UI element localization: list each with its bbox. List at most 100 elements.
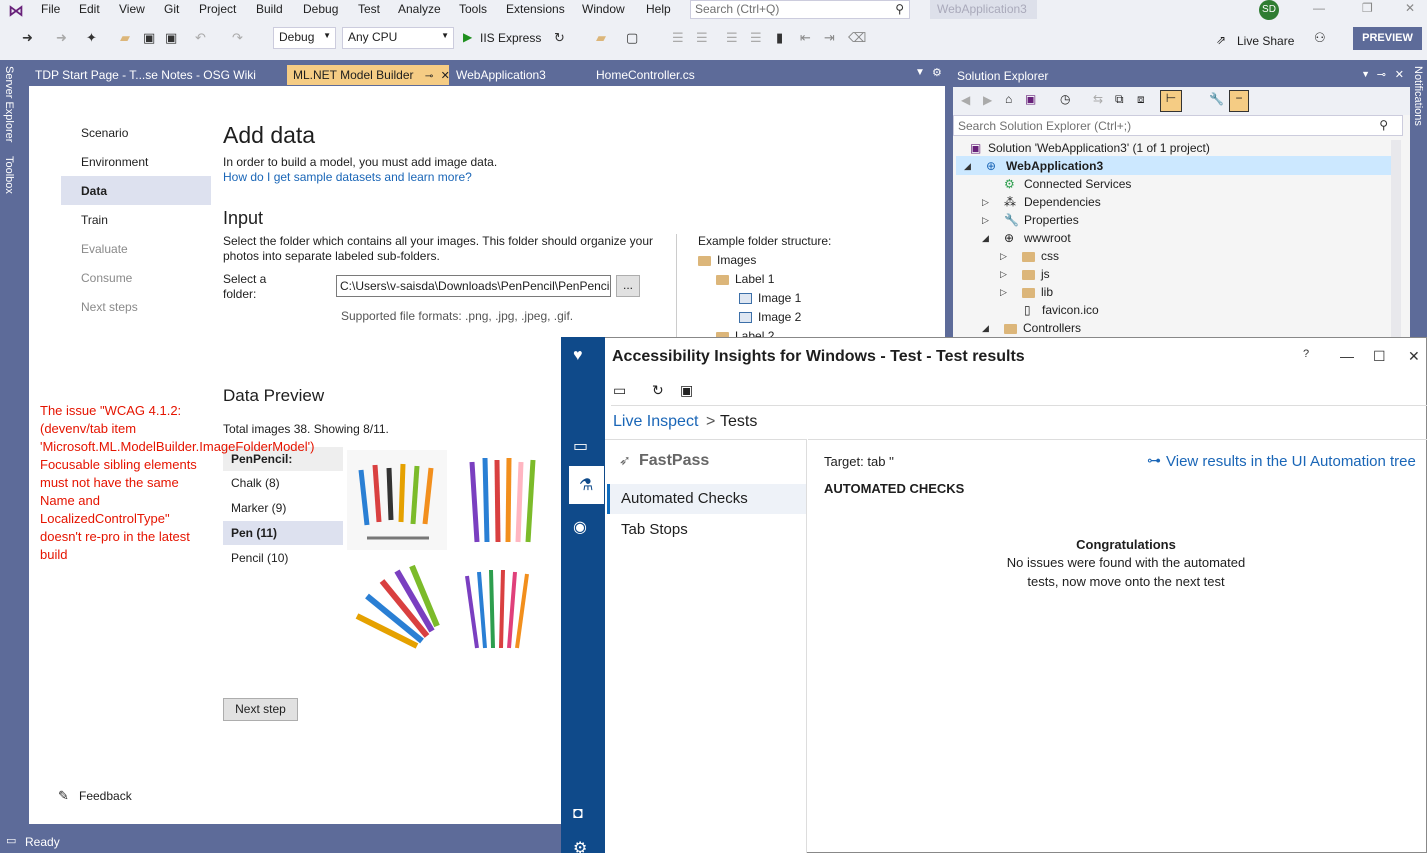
close-tab-icon[interactable]: ✕ <box>441 70 449 82</box>
nav-consume[interactable]: Consume <box>81 271 132 285</box>
home-icon[interactable]: ⌂ <box>1005 92 1012 106</box>
expanded-icon[interactable]: ◢ <box>982 323 989 334</box>
tree-item-connected-services[interactable]: Connected Services <box>1024 177 1131 191</box>
prev-bookmark-icon[interactable]: ⇤ <box>800 30 811 46</box>
new-item-icon[interactable]: ✦ <box>86 30 97 46</box>
category-chalk[interactable]: Chalk (8) <box>223 471 343 495</box>
color-contrast-icon[interactable]: ◉ <box>573 517 587 537</box>
pending-changes-icon[interactable]: ◷ <box>1060 92 1070 106</box>
folder-path-input[interactable]: C:\Users\v-saisda\Downloads\PenPencil\Pe… <box>336 275 611 297</box>
close-icon[interactable]: ✕ <box>1408 348 1420 365</box>
pin-icon[interactable]: ⊸ <box>425 71 433 82</box>
settings-icon[interactable]: − <box>1229 90 1249 112</box>
collapsed-icon[interactable]: ▷ <box>1000 251 1007 262</box>
css-folder[interactable]: css <box>1022 249 1059 263</box>
expanded-icon[interactable]: ◢ <box>982 233 989 244</box>
tree-item-dependencies[interactable]: Dependencies <box>1024 195 1101 209</box>
nav-environment[interactable]: Environment <box>81 155 148 169</box>
nav-scenario[interactable]: Scenario <box>81 126 128 140</box>
comment-icon[interactable]: ☰ <box>726 30 738 46</box>
menu-tools[interactable]: Tools <box>459 2 487 16</box>
properties-icon[interactable]: 🔧 <box>1209 92 1224 106</box>
help-icon[interactable]: ? <box>1303 348 1309 360</box>
sample-datasets-link[interactable]: How do I get sample datasets and learn m… <box>223 170 472 184</box>
show-all-files-icon[interactable]: ⧈ <box>1137 92 1145 107</box>
collapsed-icon[interactable]: ▷ <box>1000 287 1007 298</box>
lib-folder[interactable]: lib <box>1022 285 1053 299</box>
toolbox-tab[interactable]: Toolbox <box>3 156 15 194</box>
forward-icon[interactable]: ▶ <box>983 93 992 107</box>
next-bookmark-icon[interactable]: ⇥ <box>824 30 835 46</box>
preview-selected-icon[interactable]: ⊢ <box>1160 90 1182 112</box>
screenshot-icon[interactable]: ▭ <box>613 382 626 399</box>
collapsed-icon[interactable]: ▷ <box>1000 269 1007 280</box>
solution-search-input[interactable]: Search Solution Explorer (Ctrl+;) ⚲ <box>953 115 1403 136</box>
back-icon[interactable]: ➜ <box>22 30 33 46</box>
uncomment-icon[interactable]: ☰ <box>750 30 762 46</box>
notifications-tab[interactable]: Notifications <box>1412 66 1424 126</box>
maximize-icon[interactable]: ❐ <box>1362 1 1373 15</box>
nav-train[interactable]: Train <box>81 213 108 227</box>
category-marker[interactable]: Marker (9) <box>223 496 343 520</box>
nav-next-steps[interactable]: Next steps <box>81 300 138 314</box>
pin-icon[interactable]: ⊸ <box>1377 68 1386 81</box>
switch-views-icon[interactable]: ▣ <box>1025 92 1036 106</box>
menu-help[interactable]: Help <box>646 2 671 16</box>
menu-view[interactable]: View <box>119 2 145 16</box>
view-results-link[interactable]: View results in the UI Automation tree <box>1166 453 1416 470</box>
collapse-all-icon[interactable]: ⧉ <box>1115 92 1124 107</box>
minimize-icon[interactable]: — <box>1340 348 1354 364</box>
collapsed-icon[interactable]: ▷ <box>982 197 989 208</box>
tab-webapplication3[interactable]: WebApplication3 <box>450 65 590 85</box>
menu-debug[interactable]: Debug <box>303 2 338 16</box>
nav-data[interactable]: Data <box>81 184 107 198</box>
dropdown-icon[interactable]: ▼ <box>1361 69 1370 79</box>
clear-bookmarks-icon[interactable]: ⌫ <box>848 30 866 46</box>
save-icon[interactable]: ▣ <box>143 30 155 46</box>
menu-extensions[interactable]: Extensions <box>506 2 565 16</box>
tab-tdp-start-page[interactable]: TDP Start Page - T...se Notes - OSG Wiki <box>29 65 285 85</box>
back-icon[interactable]: ◀ <box>961 93 970 107</box>
visual-studio-logo-icon[interactable]: ⋈ <box>8 1 30 20</box>
save-all-icon[interactable]: ▣ <box>165 30 177 46</box>
expanded-icon[interactable]: ◢ <box>964 161 971 172</box>
gear-icon[interactable]: ⚙ <box>932 66 942 79</box>
category-pen[interactable]: Pen (11) <box>223 521 343 545</box>
tab-model-builder[interactable]: ML.NET Model Builder ⊸ ✕ <box>287 65 449 85</box>
close-icon[interactable]: ✕ <box>1395 68 1404 81</box>
open-folder-icon[interactable]: ▰ <box>120 30 130 46</box>
next-step-button[interactable]: Next step <box>223 698 298 721</box>
feedback-link[interactable]: Feedback <box>79 789 132 803</box>
menu-build[interactable]: Build <box>256 2 283 16</box>
tab-homecontroller[interactable]: HomeController.cs <box>590 65 738 85</box>
avatar[interactable]: SD <box>1259 0 1279 20</box>
platform-select[interactable]: Any CPU ▼ <box>342 27 454 49</box>
tree-item-project[interactable]: WebApplication3 <box>1006 159 1103 173</box>
maximize-icon[interactable]: ☐ <box>1373 348 1386 365</box>
browse-button[interactable]: ... <box>616 275 640 297</box>
forward-icon[interactable]: ➜ <box>56 30 67 46</box>
menu-file[interactable]: File <box>41 2 60 16</box>
menu-window[interactable]: Window <box>582 2 625 16</box>
run-target-button[interactable]: IIS Express <box>480 31 541 45</box>
category-pencil[interactable]: Pencil (10) <box>223 546 343 570</box>
scrollbar[interactable] <box>1391 140 1401 338</box>
tab-overflow-icon[interactable]: ▼ <box>915 67 925 78</box>
feedback-person-icon[interactable]: ⚇ <box>1314 30 1326 46</box>
tree-item-solution[interactable]: Solution 'WebApplication3' (1 of 1 proje… <box>988 141 1210 155</box>
search-input[interactable]: Search (Ctrl+Q) ⚲ <box>690 0 910 19</box>
menu-project[interactable]: Project <box>199 2 236 16</box>
preview-button[interactable]: PREVIEW <box>1353 27 1422 50</box>
refresh-icon[interactable]: ↻ <box>554 30 565 46</box>
gear-icon[interactable]: ⚙ <box>573 838 587 853</box>
bookmark-icon[interactable]: ▮ <box>776 30 783 46</box>
browser-icon[interactable]: ▢ <box>626 30 638 46</box>
tree-item-properties[interactable]: Properties <box>1024 213 1079 227</box>
config-select[interactable]: Debug ▼ <box>273 27 336 49</box>
live-inspect-icon[interactable]: ▭ <box>573 436 588 456</box>
nav-evaluate[interactable]: Evaluate <box>81 242 128 256</box>
collapsed-icon[interactable]: ▷ <box>982 215 989 226</box>
minimize-icon[interactable]: — <box>1313 1 1325 15</box>
save-icon[interactable]: ▣ <box>680 382 693 399</box>
redo-icon[interactable]: ↷ <box>232 30 243 46</box>
